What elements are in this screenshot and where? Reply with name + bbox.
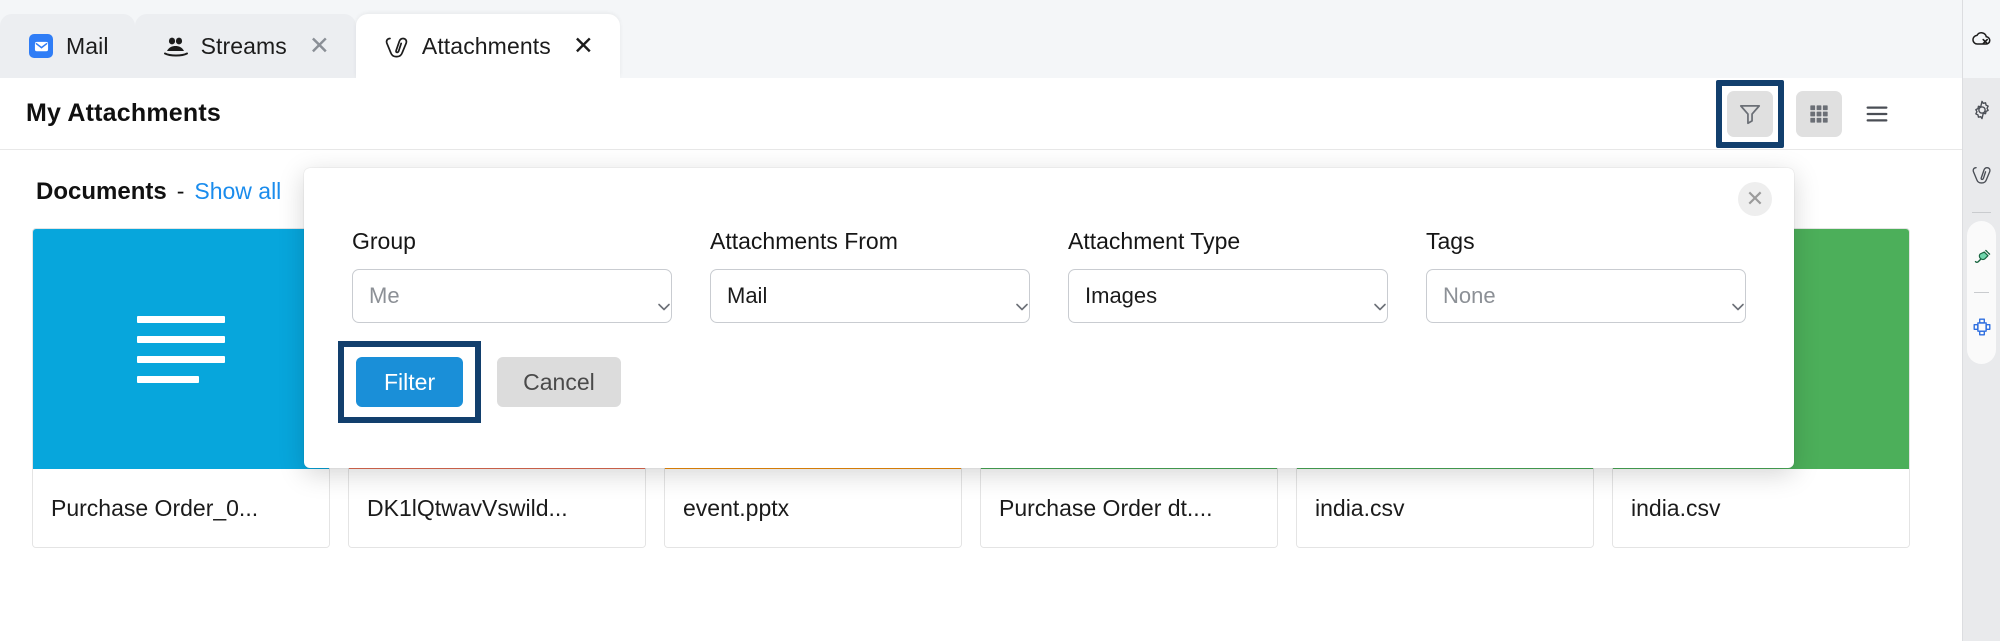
tab-attachments[interactable]: Attachments ✕ (356, 14, 620, 78)
document-lines-icon (137, 316, 225, 383)
rail-pill-group (1967, 221, 1996, 364)
filter-field-group: Group Me (352, 228, 672, 323)
filter-label-tags: Tags (1426, 228, 1746, 255)
tab-mail[interactable]: Mail (0, 14, 135, 78)
attachment-type-select[interactable]: Images (1068, 269, 1388, 323)
plug-connector-icon[interactable] (1967, 226, 1996, 290)
filter-cancel-button[interactable]: Cancel (497, 357, 621, 407)
tab-label-streams: Streams (201, 33, 287, 60)
tab-close-streams[interactable]: ✕ (309, 34, 330, 59)
cloud-offline-icon[interactable] (1963, 0, 2000, 78)
grid-view-icon[interactable] (1796, 91, 1842, 137)
attachments-app: Mail Streams ✕ Attachments ✕ (0, 0, 2000, 641)
card-filename: india.csv (1613, 469, 1909, 547)
group-select-value: Me (369, 283, 400, 309)
paperclip-icon[interactable] (1963, 142, 2000, 206)
filter-button-highlight (1716, 80, 1784, 148)
page-header: My Attachments (0, 78, 1962, 150)
rail-divider (1974, 292, 1989, 293)
section-title: Documents (36, 178, 167, 206)
filter-fields-row: Group Me Attachments From Mail (304, 168, 1794, 323)
browser-tab-bar: Mail Streams ✕ Attachments ✕ (0, 0, 1962, 78)
streams-icon (163, 33, 189, 59)
card-filename: event.pptx (665, 469, 961, 547)
paperclip-icon (384, 33, 410, 59)
filter-field-tags: Tags None (1426, 228, 1746, 323)
attachment-card[interactable]: Purchase Order_0... (32, 228, 330, 548)
close-icon[interactable]: ✕ (1738, 182, 1772, 216)
attachment-type-select-value: Images (1085, 283, 1157, 309)
settings-gear-icon[interactable] (1963, 78, 2000, 142)
tab-streams[interactable]: Streams ✕ (135, 14, 356, 78)
list-view-icon[interactable] (1854, 91, 1900, 137)
right-rail (1962, 0, 2000, 641)
tab-close-attachments[interactable]: ✕ (573, 34, 594, 59)
attachments-from-select-value: Mail (727, 283, 767, 309)
filter-label-attachments-from: Attachments From (710, 228, 1030, 255)
card-thumbnail (33, 229, 329, 469)
card-filename: Purchase Order dt.... (981, 469, 1277, 547)
rail-divider (1972, 212, 1991, 213)
filter-field-attachment-type: Attachment Type Images (1068, 228, 1388, 323)
tab-label-mail: Mail (66, 33, 109, 60)
show-all-link[interactable]: Show all (194, 178, 281, 205)
filter-label-group: Group (352, 228, 672, 255)
filter-panel: ✕ Group Me Attachments From Mail (304, 168, 1794, 468)
apps-flower-icon[interactable] (1967, 295, 1996, 359)
section-dash: - (177, 178, 185, 205)
filter-submit-highlight: Filter (338, 341, 481, 423)
filter-actions: Filter Cancel (304, 323, 1794, 423)
page-title: My Attachments (26, 99, 221, 128)
mail-icon (28, 33, 54, 59)
group-select[interactable]: Me (352, 269, 672, 323)
tags-select-value: None (1443, 283, 1496, 309)
filter-icon[interactable] (1727, 91, 1773, 137)
filter-field-attachments-from: Attachments From Mail (710, 228, 1030, 323)
header-toolbar (1716, 80, 1900, 148)
card-filename: india.csv (1297, 469, 1593, 547)
card-filename: DK1lQtwavVswild... (349, 469, 645, 547)
filter-submit-button[interactable]: Filter (356, 357, 463, 407)
tags-select[interactable]: None (1426, 269, 1746, 323)
card-filename: Purchase Order_0... (33, 469, 329, 547)
tab-label-attachments: Attachments (422, 33, 551, 60)
attachments-from-select[interactable]: Mail (710, 269, 1030, 323)
filter-label-attachment-type: Attachment Type (1068, 228, 1388, 255)
